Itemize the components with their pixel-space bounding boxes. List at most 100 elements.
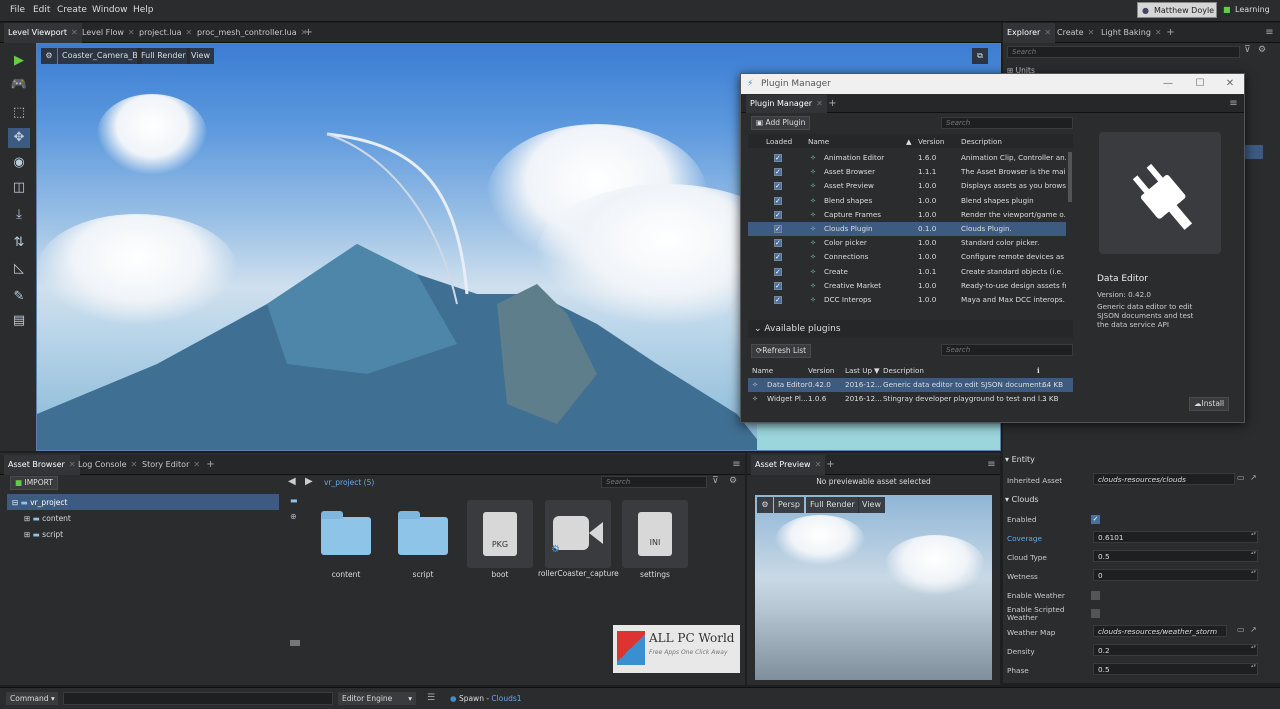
close-icon[interactable]: ✕ [131, 460, 138, 469]
close-icon[interactable]: ✕ [1155, 28, 1162, 37]
close-icon[interactable]: ✕ [193, 460, 200, 469]
plugin-search[interactable]: Search [941, 117, 1073, 129]
close-icon[interactable]: ✕ [71, 28, 78, 37]
external-link-icon[interactable]: ↗ [1250, 625, 1257, 634]
property-field[interactable]: clouds-resources/weather_storm [1093, 625, 1227, 637]
tab-asset-browser[interactable]: Asset Browser ✕ [4, 455, 80, 475]
menu-edit[interactable]: Edit [33, 5, 50, 15]
loaded-checkbox[interactable] [774, 179, 782, 193]
tab-log-console[interactable]: Log Console ✕ [74, 455, 141, 475]
tree-item-script[interactable]: ⊞ ▬ script [24, 530, 63, 539]
loaded-checkbox[interactable] [774, 194, 782, 208]
log-list-icon[interactable]: ☰ [427, 693, 435, 703]
external-link-icon[interactable]: ↗ [1250, 473, 1257, 482]
property-field[interactable]: 0.5 [1093, 663, 1258, 675]
command-dropdown[interactable]: Command ▾ [6, 692, 58, 705]
tab-explorer[interactable]: Explorer ✕ [1003, 23, 1056, 43]
loaded-checkbox[interactable] [774, 222, 782, 236]
pm-menu-icon[interactable]: ≡ [1229, 99, 1238, 109]
tab-level-flow[interactable]: Level Flow ✕ [78, 23, 139, 43]
restore-icon[interactable]: ☐ [1185, 74, 1215, 94]
asset-search[interactable]: Search [601, 476, 707, 488]
panel-menu-icon[interactable]: ≡ [987, 460, 996, 470]
explorer-search[interactable]: Search [1007, 46, 1240, 58]
col-version[interactable]: Version [808, 366, 834, 375]
command-input[interactable] [63, 692, 333, 705]
col-name[interactable]: Name [808, 137, 829, 146]
play-icon[interactable]: ▶ [8, 51, 30, 71]
available-plugin-row[interactable]: ✧ Widget Pl... 1.0.6 2016-12... Stingray… [748, 392, 1073, 406]
zoom-slider[interactable] [290, 640, 300, 646]
view-button[interactable]: View [858, 497, 885, 513]
close-icon[interactable]: ✕ [1044, 28, 1051, 37]
available-search[interactable]: Search [941, 344, 1073, 356]
plugin-row[interactable]: ✧ Animation Editor 1.6.0 Animation Clip,… [748, 151, 1066, 165]
loaded-checkbox[interactable] [774, 279, 782, 293]
asset-path-breadcrumb[interactable]: vr_project (5) [324, 478, 374, 487]
filter-icon[interactable]: ⊽ [1244, 45, 1251, 55]
select-icon[interactable]: ⬚ [8, 103, 30, 123]
camera-selector[interactable]: Coaster_Camera_B [58, 48, 142, 64]
tree-item-content[interactable]: ⊞ ▬ content [24, 514, 71, 523]
loaded-checkbox[interactable] [774, 165, 782, 179]
close-icon[interactable]: ✕ [816, 99, 823, 108]
tab-create[interactable]: Create ✕ [1053, 23, 1098, 43]
settings-icon[interactable]: ⚙ [1258, 45, 1266, 55]
forward-arrow-icon[interactable]: ▶ [305, 476, 313, 487]
clouds-section[interactable]: ▾ Clouds [1005, 493, 1267, 507]
rotate-icon[interactable]: ◉ [8, 153, 30, 173]
menu-create[interactable]: Create [57, 5, 87, 15]
plugin-row[interactable]: ✧ Asset Browser 1.1.1 The Asset Browser … [748, 165, 1066, 179]
plugin-row[interactable]: ✧ Color picker 1.0.0 Standard color pick… [748, 236, 1066, 250]
render-mode-button[interactable]: Full Render [137, 48, 190, 64]
tab-plugin-manager[interactable]: Plugin Manager ✕ [746, 95, 827, 113]
persp-button[interactable]: Persp [774, 497, 804, 513]
maximize-icon[interactable]: ⧉ [972, 48, 988, 64]
scale-icon[interactable]: ◫ [8, 178, 30, 198]
folder-icon[interactable]: ▭ [1237, 473, 1245, 482]
add-tab-icon[interactable]: + [826, 460, 835, 470]
info-icon[interactable]: ℹ [1037, 366, 1040, 375]
close-icon[interactable]: ✕ [186, 28, 193, 37]
learning-button[interactable]: ■ Learning [1221, 2, 1276, 18]
plugin-row[interactable]: ✧ Creative Market 1.0.0 Ready-to-use des… [748, 279, 1066, 293]
tree-item-vr-project[interactable]: ⊟ ▬ vr_project [12, 498, 67, 507]
menu-file[interactable]: File [10, 5, 25, 15]
folder-icon[interactable] [321, 511, 371, 555]
engine-dropdown[interactable]: Editor Engine ▾ [338, 692, 416, 705]
snap-icon[interactable]: ⇅ [8, 233, 30, 253]
loaded-checkbox[interactable] [774, 265, 782, 279]
asset-label[interactable]: settings [615, 570, 695, 579]
install-button[interactable]: ☁Install [1189, 397, 1230, 411]
folder-view-icon[interactable]: ▬ [290, 496, 298, 505]
plugin-row[interactable]: ✧ Asset Preview 1.0.0 Displays assets as… [748, 179, 1066, 193]
asset-label[interactable]: script [383, 570, 463, 579]
property-field[interactable]: 0.5 [1093, 550, 1258, 562]
status-link[interactable]: Clouds1 [491, 694, 521, 703]
add-tab-icon[interactable]: + [304, 28, 313, 38]
loaded-checkbox[interactable] [774, 250, 782, 264]
stepper-icon[interactable]: ▴▾ [1251, 644, 1256, 650]
close-window-icon[interactable]: ✕ [1215, 74, 1245, 94]
gamepad-icon[interactable]: 🎮 [8, 75, 30, 95]
plugin-row[interactable]: ✧ Create 1.0.1 Create standard objects (… [748, 265, 1066, 279]
stepper-icon[interactable]: ▴▾ [1251, 531, 1256, 537]
viewport-settings-icon[interactable]: ⚙ [41, 48, 57, 64]
plugin-row[interactable]: ✧ Capture Frames 1.0.0 Render the viewpo… [748, 208, 1066, 222]
tab-project-lua[interactable]: project.lua ✕ [135, 23, 196, 43]
move-icon[interactable]: ✥ [8, 128, 30, 148]
col-description[interactable]: Description [961, 137, 1002, 146]
import-button[interactable]: ■ IMPORT [10, 476, 58, 490]
asset-tile-camera[interactable]: ⚙ [545, 500, 611, 568]
layers-icon[interactable]: ▤ [8, 311, 30, 331]
preview-viewport[interactable]: ⚙ Persp Full Render View [755, 495, 992, 680]
property-field[interactable]: 0.6101 [1093, 531, 1258, 543]
render-mode-button[interactable]: Full Render [806, 497, 859, 513]
stepper-icon[interactable]: ▴▾ [1251, 569, 1256, 575]
add-tab-icon[interactable]: + [828, 99, 837, 109]
panel-menu-icon[interactable]: ≡ [1265, 28, 1274, 38]
stepper-icon[interactable]: ▴▾ [1251, 663, 1256, 669]
plugin-row[interactable]: ✧ Blend shapes 1.0.0 Blend shapes plugin [748, 194, 1066, 208]
tab-level-viewport[interactable]: Level Viewport ✕ [4, 23, 82, 43]
filter-icon[interactable]: ⊽ [712, 476, 719, 486]
